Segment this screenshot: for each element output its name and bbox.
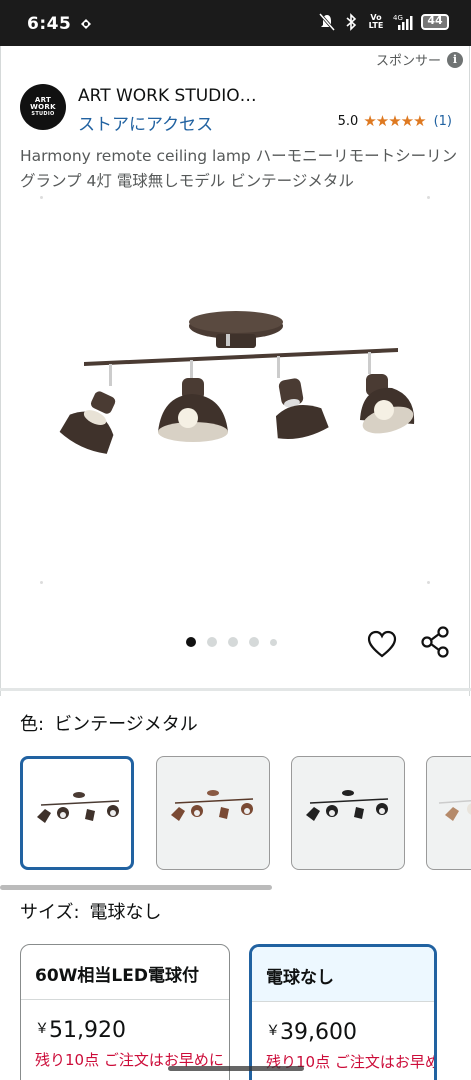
mute-icon xyxy=(319,13,335,31)
swatch-thumbnail xyxy=(37,792,120,823)
heart-icon[interactable] xyxy=(367,630,397,658)
carousel-dot[interactable] xyxy=(186,637,196,647)
app-notification-icon xyxy=(81,19,91,29)
gesture-navigation-bar[interactable] xyxy=(168,1066,304,1071)
share-icon[interactable] xyxy=(421,626,451,658)
volte-icon: Vo LTE xyxy=(368,13,384,30)
card-border-left xyxy=(0,46,1,696)
battery-icon: 44 xyxy=(421,14,449,30)
status-time: 6:45 xyxy=(27,14,72,34)
color-label: 色: ビンテージメタル xyxy=(20,710,198,736)
store-rating[interactable]: 5.0 ★★★★★ (1) xyxy=(338,112,452,130)
swatch-thumbnail xyxy=(438,799,471,821)
signal-icon: 4G xyxy=(393,14,413,30)
image-corner-marker xyxy=(427,581,430,584)
image-corner-marker xyxy=(40,581,43,584)
sponsored-text: スポンサー xyxy=(375,54,441,69)
bluetooth-icon xyxy=(346,13,357,31)
color-selected-value: ビンテージメタル xyxy=(54,714,198,735)
rating-value: 5.0 xyxy=(337,113,359,129)
currency-symbol: ￥ xyxy=(266,1023,280,1039)
color-label-key: 色: xyxy=(20,714,45,735)
swatch-thumbnail xyxy=(171,790,254,821)
image-corner-marker xyxy=(40,196,43,199)
battery-level: 44 xyxy=(427,14,443,27)
color-swatch-brown[interactable] xyxy=(156,756,270,870)
size-option-label: 電球なし xyxy=(252,947,434,1002)
carousel-dot[interactable] xyxy=(270,638,277,646)
swatch-scrollbar[interactable] xyxy=(0,885,272,890)
star-rating-icon: ★★★★★ xyxy=(363,112,426,130)
product-title[interactable]: Harmony remote ceiling lamp ハーモニーリモートシーリ… xyxy=(20,144,460,194)
color-swatch-white[interactable] xyxy=(426,756,471,870)
size-option-with-bulb[interactable]: 60W相当LED電球付 ￥51,920 残り10点 ご注文はお早めに xyxy=(20,944,230,1080)
section-divider xyxy=(0,688,471,691)
status-bar: 6:45 Vo LTE 4G 44 xyxy=(0,0,471,46)
image-corner-marker xyxy=(427,196,430,199)
size-selected-value: 電球なし xyxy=(89,902,162,923)
store-logo[interactable]: ART WORK STUDIO xyxy=(20,84,66,130)
network-type: 4G xyxy=(393,14,403,22)
size-option-price: ￥39,600 xyxy=(252,1002,434,1045)
store-name[interactable]: ART WORK STUDIO… xyxy=(78,86,257,106)
carousel-dot[interactable] xyxy=(207,637,217,647)
color-swatch-black[interactable] xyxy=(291,756,405,870)
info-icon[interactable]: i xyxy=(447,51,463,68)
size-label-key: サイズ: xyxy=(20,902,80,923)
logo-text: WORK xyxy=(30,103,56,111)
price-value: 51,920 xyxy=(49,1018,126,1043)
product-image[interactable] xyxy=(30,250,440,580)
carousel-dot[interactable] xyxy=(249,637,259,647)
review-count[interactable]: (1) xyxy=(434,114,452,129)
size-option-label: 60W相当LED電球付 xyxy=(21,945,229,1000)
color-swatch-vintage-metal[interactable] xyxy=(20,756,134,870)
currency-symbol: ￥ xyxy=(35,1021,49,1037)
price-value: 39,600 xyxy=(280,1020,357,1045)
card-border-right xyxy=(469,46,470,696)
carousel-dot[interactable] xyxy=(228,637,238,647)
size-option-no-bulb[interactable]: 電球なし ￥39,600 残り10点 ご注文はお早めに xyxy=(249,944,437,1080)
size-label: サイズ: 電球なし xyxy=(20,898,162,924)
sponsored-label[interactable]: スポンサー i xyxy=(376,50,463,69)
size-option-price: ￥51,920 xyxy=(21,1000,229,1043)
visit-store-link[interactable]: ストアにアクセス xyxy=(78,110,213,135)
image-carousel-dots[interactable] xyxy=(186,637,277,647)
logo-text: STUDIO xyxy=(31,111,55,117)
swatch-thumbnail xyxy=(306,790,389,821)
